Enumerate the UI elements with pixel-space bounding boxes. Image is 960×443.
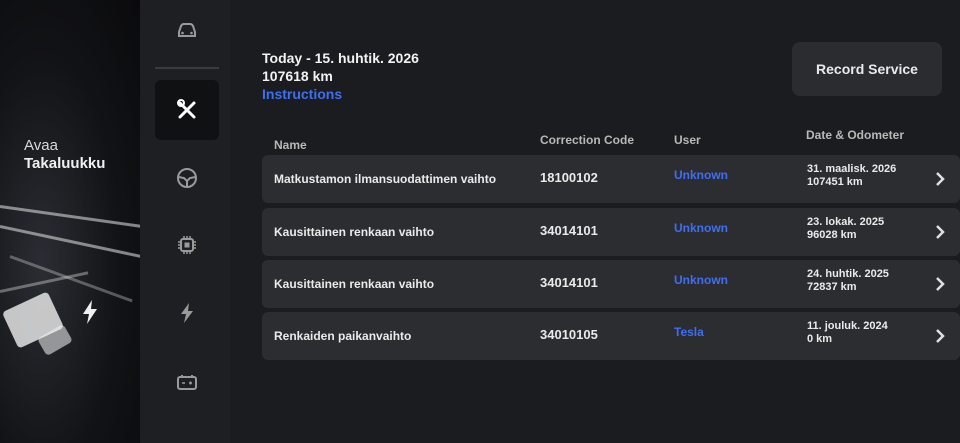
service-odometer: 96028 km [807, 229, 857, 241]
service-name: Kausittainen renkaan vaihto [274, 277, 435, 291]
open-trunk-label-line1: Avaa [24, 137, 58, 154]
nav-service[interactable] [155, 80, 219, 140]
instructions-link[interactable]: Instructions [262, 86, 342, 102]
nav-steering[interactable] [155, 148, 219, 208]
service-date-odometer: 24. huhtik. 2025 72837 km [807, 268, 889, 294]
service-history-row[interactable]: Kausittainen renkaan vaihto 34014101 Unk… [262, 260, 960, 308]
service-date: 31. maalisk. 2026 [807, 163, 897, 175]
nav-hardware[interactable] [155, 215, 219, 275]
wrench-screwdriver-icon [177, 99, 196, 119]
service-history-row[interactable]: Renkaiden paikanvaihto 34010105 Tesla 11… [262, 312, 960, 360]
open-trunk-label-line2: Takaluukku [24, 155, 106, 172]
service-date: 24. huhtik. 2025 [807, 268, 889, 280]
correction-code: 34010105 [540, 327, 598, 342]
service-odometer: 107451 km [807, 176, 863, 188]
chevron-right-icon [936, 277, 945, 291]
camera-light-streak [0, 205, 140, 231]
service-user: Unknown [674, 168, 728, 182]
service-name: Renkaiden paikanvaihto [274, 329, 412, 343]
chevron-right-icon [936, 329, 945, 343]
nav-charging[interactable] [155, 283, 219, 343]
nav-divider [155, 67, 219, 69]
charging-bolt-icon [83, 300, 97, 324]
correction-code: 18100102 [540, 170, 598, 185]
column-header-correction-code: Correction Code [540, 133, 635, 147]
service-date: 11. jouluk. 2024 [807, 320, 888, 332]
record-service-button[interactable]: Record Service [792, 42, 942, 96]
service-user: Tesla [674, 325, 704, 339]
camera-light-streak [9, 255, 133, 303]
correction-code: 34014101 [540, 275, 598, 290]
service-date-odometer: 23. lokak. 2025 96028 km [807, 216, 884, 242]
service-history-row[interactable]: Matkustamon ilmansuodattimen vaihto 1810… [262, 155, 960, 203]
service-date-title: Today - 15. huhtik. 2026 [262, 50, 419, 66]
nav-car[interactable] [155, 0, 219, 60]
service-date: 23. lokak. 2025 [807, 216, 885, 228]
service-date-odometer: 31. maalisk. 2026 107451 km [807, 163, 896, 189]
battery-icon [177, 375, 197, 390]
car-icon [178, 23, 196, 37]
service-history-row[interactable]: Kausittainen renkaan vaihto 34014101 Unk… [262, 208, 960, 256]
rear-camera-view [0, 0, 140, 443]
service-name: Matkustamon ilmansuodattimen vaihto [274, 172, 497, 186]
correction-code: 34014101 [540, 223, 598, 238]
column-header-name: Name [274, 138, 307, 152]
column-header-user: User [674, 133, 701, 147]
nav-battery[interactable] [155, 352, 219, 412]
lightning-icon [181, 303, 193, 323]
service-odometer: 0 km [807, 333, 833, 345]
steering-wheel-icon [177, 168, 197, 188]
service-nav-rail [140, 0, 230, 443]
service-date-odometer: 11. jouluk. 2024 0 km [807, 320, 888, 346]
service-odometer: 72837 km [807, 281, 857, 293]
open-trunk-button[interactable]: Avaa Takaluukku [24, 137, 105, 173]
chevron-right-icon [936, 225, 945, 239]
current-odometer: 107618 km [262, 68, 333, 84]
chevron-right-icon [936, 172, 945, 186]
service-user: Unknown [674, 221, 728, 235]
column-header-date-odometer: Date & Odometer [806, 128, 905, 142]
service-name: Kausittainen renkaan vaihto [274, 225, 435, 239]
camera-light-streak [0, 225, 140, 260]
chip-icon [178, 236, 196, 254]
service-user: Unknown [674, 273, 728, 287]
